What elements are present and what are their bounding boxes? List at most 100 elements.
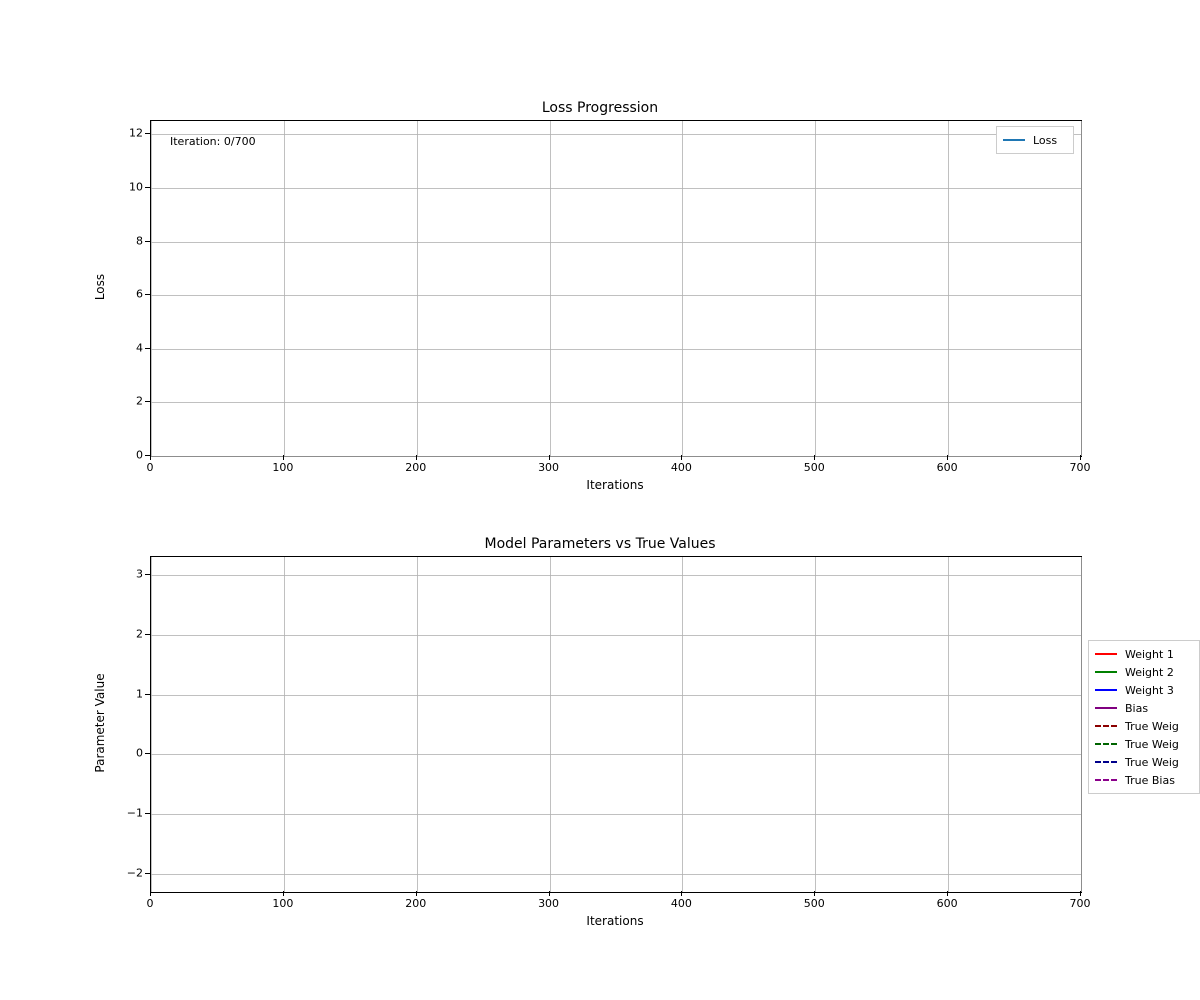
line-icon — [1095, 779, 1117, 781]
legend-item-loss: Loss — [1003, 131, 1067, 149]
gridline-v — [550, 121, 551, 456]
legend-label: True Bias — [1125, 774, 1175, 787]
tick-label-x: 200 — [405, 461, 426, 474]
tick-y — [145, 873, 150, 874]
tick-y — [145, 753, 150, 754]
tick-label-x: 300 — [538, 461, 559, 474]
line-icon — [1095, 689, 1117, 691]
tick-label-x: 100 — [272, 461, 293, 474]
legend-params: Weight 1Weight 2Weight 3BiasTrue WeigTru… — [1088, 640, 1200, 794]
tick-y — [145, 574, 150, 575]
tick-label-x: 600 — [937, 897, 958, 910]
gridline-v — [682, 557, 683, 892]
tick-label-x: 400 — [671, 897, 692, 910]
gridline-h — [151, 188, 1081, 189]
gridline-h — [151, 754, 1081, 755]
xlabel-1: Iterations — [150, 478, 1080, 492]
tick-label-x: 600 — [937, 461, 958, 474]
tick-label-y: 1 — [115, 687, 143, 700]
tick-y — [145, 241, 150, 242]
legend-item: True Weig — [1095, 735, 1193, 753]
line-icon — [1003, 139, 1025, 141]
tick-x — [549, 891, 550, 896]
gridline-v — [1081, 121, 1082, 456]
tick-x — [1080, 455, 1081, 460]
gridline-v — [1081, 557, 1082, 892]
tick-x — [814, 455, 815, 460]
tick-x — [416, 455, 417, 460]
tick-label-y: −1 — [115, 807, 143, 820]
tick-x — [681, 891, 682, 896]
tick-x — [150, 891, 151, 896]
tick-y — [145, 455, 150, 456]
gridline-v — [417, 121, 418, 456]
tick-x — [416, 891, 417, 896]
tick-label-x: 500 — [804, 897, 825, 910]
legend-item: True Bias — [1095, 771, 1193, 789]
tick-x — [681, 455, 682, 460]
tick-y — [145, 401, 150, 402]
tick-label-y: 2 — [115, 395, 143, 408]
tick-label-y: 0 — [115, 747, 143, 760]
xlabel-2: Iterations — [150, 914, 1080, 928]
gridline-v — [151, 557, 152, 892]
legend-item: Weight 1 — [1095, 645, 1193, 663]
gridline-h — [151, 635, 1081, 636]
tick-x — [283, 455, 284, 460]
legend-loss: Loss — [996, 126, 1074, 154]
legend-item: Bias — [1095, 699, 1193, 717]
tick-label-x: 100 — [272, 897, 293, 910]
tick-y — [145, 813, 150, 814]
gridline-h — [151, 456, 1081, 457]
tick-label-x: 0 — [147, 461, 154, 474]
tick-y — [145, 634, 150, 635]
legend-item: True Weig — [1095, 717, 1193, 735]
ylabel-2: Parameter Value — [93, 663, 107, 783]
tick-y — [145, 133, 150, 134]
line-icon — [1095, 707, 1117, 709]
tick-x — [947, 455, 948, 460]
legend-label: True Weig — [1125, 720, 1179, 733]
tick-label-y: 0 — [115, 449, 143, 462]
legend-label: Weight 3 — [1125, 684, 1174, 697]
gridline-v — [284, 121, 285, 456]
tick-label-y: 10 — [115, 181, 143, 194]
tick-label-y: 8 — [115, 234, 143, 247]
legend-label: Bias — [1125, 702, 1148, 715]
tick-label-x: 700 — [1070, 897, 1091, 910]
tick-x — [283, 891, 284, 896]
tick-x — [947, 891, 948, 896]
ylabel-1: Loss — [93, 257, 107, 317]
line-icon — [1095, 653, 1117, 655]
legend-label: True Weig — [1125, 756, 1179, 769]
chart-title-1: Loss Progression — [0, 100, 1200, 116]
gridline-h — [151, 814, 1081, 815]
tick-label-x: 400 — [671, 461, 692, 474]
gridline-v — [284, 557, 285, 892]
gridline-v — [151, 121, 152, 456]
tick-label-x: 0 — [147, 897, 154, 910]
gridline-v — [550, 557, 551, 892]
tick-label-y: 4 — [115, 341, 143, 354]
line-icon — [1095, 725, 1117, 727]
tick-x — [1080, 891, 1081, 896]
tick-label-x: 200 — [405, 897, 426, 910]
figure: Loss Progression Iteration: 0/700 Loss I… — [0, 0, 1200, 1000]
legend-label: Loss — [1033, 134, 1057, 147]
tick-label-x: 700 — [1070, 461, 1091, 474]
tick-label-x: 300 — [538, 897, 559, 910]
iteration-annotation: Iteration: 0/700 — [170, 135, 256, 148]
tick-label-y: 3 — [115, 567, 143, 580]
loss-axes — [150, 120, 1082, 457]
legend-label: True Weig — [1125, 738, 1179, 751]
tick-x — [150, 455, 151, 460]
tick-x — [549, 455, 550, 460]
line-icon — [1095, 671, 1117, 673]
tick-y — [145, 294, 150, 295]
tick-y — [145, 694, 150, 695]
tick-label-y: 2 — [115, 627, 143, 640]
line-icon — [1095, 743, 1117, 745]
gridline-v — [417, 557, 418, 892]
line-icon — [1095, 761, 1117, 763]
tick-label-y: −2 — [115, 867, 143, 880]
